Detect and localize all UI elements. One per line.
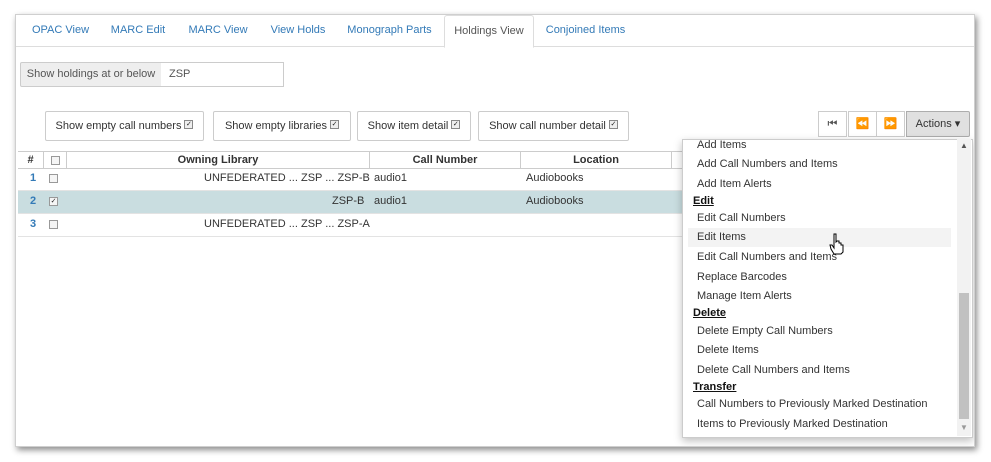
header-owning-library[interactable]: Owning Library [67, 152, 370, 168]
tab-marc-edit[interactable]: MARC Edit [102, 15, 174, 46]
hand-cursor-icon [829, 233, 844, 255]
tab-bar: OPAC View MARC Edit MARC View View Holds… [16, 15, 974, 48]
menu-delete-empty-call-numbers[interactable]: Delete Empty Call Numbers [697, 325, 833, 337]
toggle-label: Show empty call numbers [55, 120, 182, 132]
menu-edit-call-numbers[interactable]: Edit Call Numbers [697, 212, 786, 224]
row-number: 2 [30, 195, 37, 207]
previous-page-icon[interactable]: ⏪ [848, 111, 877, 137]
scrollbar-thumb[interactable] [959, 293, 969, 419]
menu-manage-item-alerts[interactable]: Manage Item Alerts [697, 290, 792, 302]
location: Audiobooks [526, 195, 584, 207]
tab-view-holds[interactable]: View Holds [261, 15, 335, 46]
tab-monograph-parts[interactable]: Monograph Parts [339, 15, 440, 46]
first-page-icon[interactable]: ⏮ [818, 111, 847, 137]
toggle-empty-libraries[interactable]: Show empty libraries ✓ [213, 111, 351, 141]
checkbox-icon [51, 156, 60, 165]
toggle-label: Show call number detail [489, 120, 606, 132]
row-checkbox[interactable] [49, 174, 58, 183]
menu-transfer-call-numbers[interactable]: Call Numbers to Previously Marked Destin… [697, 398, 927, 410]
menu-add-items[interactable]: Add Items [697, 140, 747, 151]
owning-library: ZSP-B [332, 195, 365, 207]
toggle-label: Show item detail [367, 120, 449, 132]
checkbox-icon: ✓ [451, 119, 461, 129]
tab-conjoined-items[interactable]: Conjoined Items [538, 15, 633, 46]
menu-add-call-numbers-items[interactable]: Add Call Numbers and Items [697, 158, 838, 170]
owning-library: UNFEDERATED ... ZSP ... ZSP-B [204, 172, 370, 184]
row-number: 1 [30, 172, 37, 184]
checkbox-icon: ✓ [184, 119, 194, 129]
header-select-all[interactable] [44, 152, 67, 168]
scroll-down-icon[interactable]: ▼ [960, 423, 968, 432]
call-number: audio1 [374, 195, 408, 207]
holdings-org-input[interactable]: ZSP [161, 62, 284, 87]
header-number: # [18, 152, 44, 168]
menu-transfer-items[interactable]: Items to Previously Marked Destination [697, 418, 888, 430]
location: Audiobooks [526, 172, 584, 184]
row-number: 3 [30, 218, 37, 230]
toggle-item-detail[interactable]: Show item detail ✓ [357, 111, 471, 141]
menu-header-transfer: Transfer [693, 381, 737, 393]
menu-header-delete: Delete [693, 307, 727, 319]
header-call-number[interactable]: Call Number [370, 152, 521, 168]
actions-button[interactable]: Actions ▾ [906, 111, 970, 137]
menu-scrollbar[interactable]: ▲ ▼ [957, 139, 971, 436]
header-location[interactable]: Location [521, 152, 672, 168]
next-page-icon[interactable]: ⏩ [876, 111, 905, 137]
holdings-panel: OPAC View MARC Edit MARC View View Holds… [15, 14, 975, 447]
menu-replace-barcodes[interactable]: Replace Barcodes [697, 271, 787, 283]
tab-opac-view[interactable]: OPAC View [22, 15, 99, 46]
tab-marc-view[interactable]: MARC View [179, 15, 257, 46]
menu-edit-call-numbers-items[interactable]: Edit Call Numbers and Items [697, 251, 837, 263]
scroll-up-icon[interactable]: ▲ [960, 141, 968, 150]
menu-add-item-alerts[interactable]: Add Item Alerts [697, 178, 772, 190]
menu-delete-call-numbers-items[interactable]: Delete Call Numbers and Items [697, 364, 850, 376]
toggle-empty-call-numbers[interactable]: Show empty call numbers ✓ [45, 111, 204, 141]
actions-menu: Add Items Add Call Numbers and Items Add… [682, 139, 973, 438]
toggle-label: Show empty libraries [224, 120, 328, 132]
call-number: audio1 [374, 172, 408, 184]
row-checkbox[interactable]: ✓ [49, 197, 58, 206]
menu-header-edit: Edit [693, 195, 714, 207]
menu-delete-items[interactable]: Delete Items [697, 344, 759, 356]
checkbox-icon: ✓ [608, 119, 618, 129]
owning-library: UNFEDERATED ... ZSP ... ZSP-A [204, 218, 370, 230]
holdings-filter-label: Show holdings at or below [20, 62, 162, 87]
toggle-call-number-detail[interactable]: Show call number detail ✓ [478, 111, 629, 141]
menu-edit-items[interactable]: Edit Items [688, 228, 951, 247]
checkbox-icon: ✓ [330, 119, 340, 129]
tab-holdings-view[interactable]: Holdings View [444, 15, 534, 48]
row-checkbox[interactable] [49, 220, 58, 229]
